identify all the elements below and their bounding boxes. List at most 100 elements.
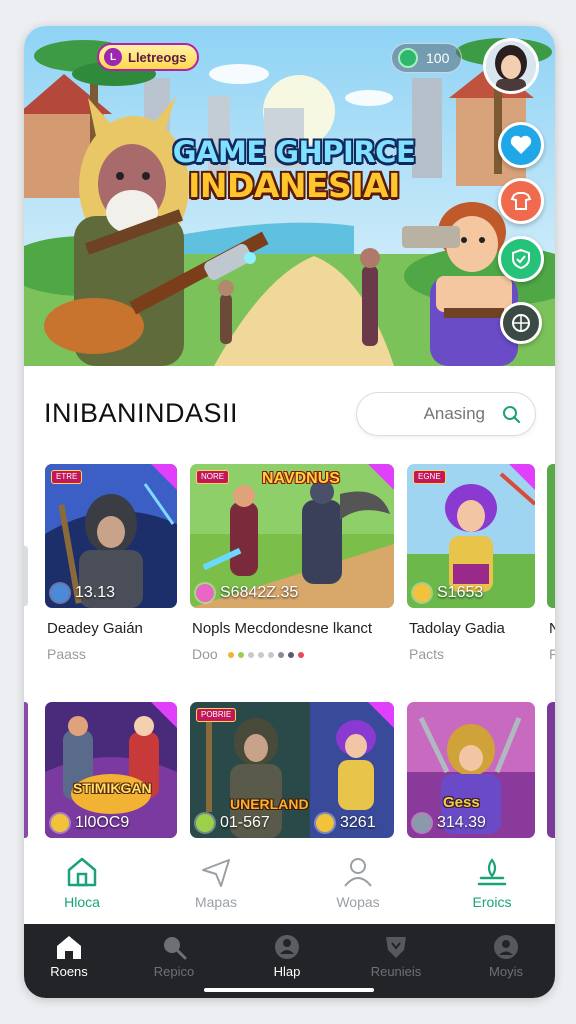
game-card[interactable]: NORE NAVDNUS S6842Z.35 Nopls Mecdondesne… [190, 464, 394, 664]
game-card[interactable]: EGNE S1653 Tadolay Gadia Pacts [407, 464, 535, 664]
game-stat: S6842Z.35 [196, 584, 298, 602]
player-icon [196, 584, 214, 602]
tab-home[interactable]: Hloca [32, 850, 132, 910]
favorite-button[interactable] [498, 122, 544, 168]
player-icon [413, 584, 431, 602]
home-icon [57, 936, 81, 959]
tab-heroics[interactable]: Eroics [442, 850, 542, 910]
game-stat: 1l0OC9 [51, 814, 129, 832]
search-icon [164, 937, 187, 960]
nav-help[interactable]: Hlap [237, 934, 337, 979]
game-banner: NAVDNUS [262, 470, 340, 487]
next-card-peek[interactable]: N F [547, 464, 555, 664]
home-icon [67, 857, 97, 887]
game-thumbnail: Gess 314.39 [407, 702, 535, 838]
next-card-thumb [547, 464, 555, 608]
game-stat: 01-567 [196, 814, 270, 832]
next-card-sub: F [549, 646, 555, 662]
game-banner: Gess [443, 794, 480, 811]
game-subtitle: Doo [192, 646, 304, 662]
game-card[interactable]: Gess 314.39 [407, 702, 535, 838]
globe-icon [512, 314, 530, 332]
language-label: Lletreogs [128, 49, 187, 65]
game-badge: EGNE [413, 470, 446, 484]
search-box[interactable] [356, 392, 536, 436]
prev-card-peek [24, 702, 28, 838]
home-indicator[interactable] [204, 988, 374, 992]
game-stat-value: 01-567 [220, 814, 270, 831]
tab-maps[interactable]: Mapas [166, 850, 266, 910]
player-icon [413, 814, 431, 832]
nav-label: Reunieis [370, 964, 422, 979]
game-subtitle: Paass [47, 646, 86, 662]
search-icon[interactable] [501, 404, 521, 424]
game-stat-value: 1l0OC9 [75, 814, 130, 831]
world-button[interactable] [500, 302, 542, 344]
game-thumbnail: POBRIE UNERLAND 01-567 3261 [190, 702, 394, 838]
protection-button[interactable] [498, 236, 544, 282]
game-card[interactable]: STIMIKGAN 1l0OC9 [45, 702, 177, 838]
new-ribbon [368, 702, 394, 728]
game-card[interactable]: ETRE 13.13 Deadey Gaián Paass [45, 464, 177, 664]
game-thumbnail: STIMIKGAN 1l0OC9 [45, 702, 177, 838]
coin-count: 100 [426, 50, 450, 66]
game-stat-value: S1653 [437, 584, 484, 601]
tab-label: Eroics [472, 894, 512, 910]
language-selector[interactable]: L Lletreogs [97, 43, 199, 71]
game-stat-value: 3261 [340, 814, 376, 831]
help-icon [275, 935, 299, 959]
game-title: Tadolay Gadia [409, 620, 505, 637]
outfit-button[interactable] [498, 178, 544, 224]
nav-search[interactable]: Repico [124, 934, 224, 979]
profile-avatar[interactable] [483, 38, 539, 94]
next-card-peek[interactable] [547, 702, 555, 838]
hero-title-line2: INDANESIAI [188, 166, 400, 205]
game-title: Nopls Mecdondesne lkanct [192, 620, 373, 637]
game-badge: NORE [196, 470, 230, 484]
game-banner: UNERLAND [230, 796, 309, 812]
send-icon [202, 859, 230, 887]
app-screen: L Lletreogs 100 GAME GHPIRCE INDANESIAI [24, 26, 555, 998]
heart-icon [510, 135, 532, 154]
profile-icon [494, 935, 518, 959]
player-icon [196, 814, 214, 832]
shield-icon [512, 248, 530, 270]
coin-icon [398, 48, 418, 68]
player-icon [51, 584, 69, 602]
avatar-image [486, 41, 536, 91]
coin-balance[interactable]: 100 [391, 43, 463, 73]
tab-label: Wopas [336, 894, 380, 910]
nav-label: Roens [50, 964, 88, 979]
next-card-title: N [549, 620, 555, 637]
game-stat-secondary: 3261 [316, 814, 376, 832]
game-thumbnail: ETRE 13.13 [45, 464, 177, 608]
language-icon: L [104, 48, 122, 66]
new-ribbon [151, 464, 177, 490]
game-banner: STIMIKGAN [73, 780, 152, 796]
section-title: INIBANINDASII [44, 398, 239, 428]
prev-card-peek [24, 546, 28, 606]
nav-label: Moyis [489, 964, 523, 979]
hero-title: GAME GHPIRCE INDANESIAI [164, 135, 424, 205]
search-input[interactable] [405, 404, 485, 424]
game-stat-value: S6842Z.35 [220, 584, 299, 601]
hero-banner[interactable]: L Lletreogs 100 GAME GHPIRCE INDANESIAI [24, 26, 555, 366]
game-thumbnail: EGNE S1653 [407, 464, 535, 608]
tab-weapons[interactable]: Wopas [308, 850, 408, 910]
shirt-icon [510, 192, 532, 210]
nav-label: Hlap [273, 964, 301, 979]
tab-label: Mapas [194, 894, 238, 910]
game-stat: 13.13 [51, 584, 115, 602]
new-ribbon [151, 702, 177, 728]
new-ribbon [368, 464, 394, 490]
nav-home[interactable]: Roens [24, 934, 119, 979]
bottom-navigation: Roens Repico Hlap Reunieis Moyis [24, 924, 555, 998]
nav-reviews[interactable]: Reunieis [346, 934, 446, 979]
nav-profile[interactable]: Moyis [456, 934, 555, 979]
game-stat-value: 314.39 [437, 814, 486, 831]
new-ribbon [509, 464, 535, 490]
player-icon [51, 814, 69, 832]
game-subtitle: Pacts [409, 646, 445, 662]
hero-title-line1: GAME GHPIRCE [172, 135, 416, 169]
game-card[interactable]: POBRIE UNERLAND 01-567 3261 [190, 702, 394, 838]
